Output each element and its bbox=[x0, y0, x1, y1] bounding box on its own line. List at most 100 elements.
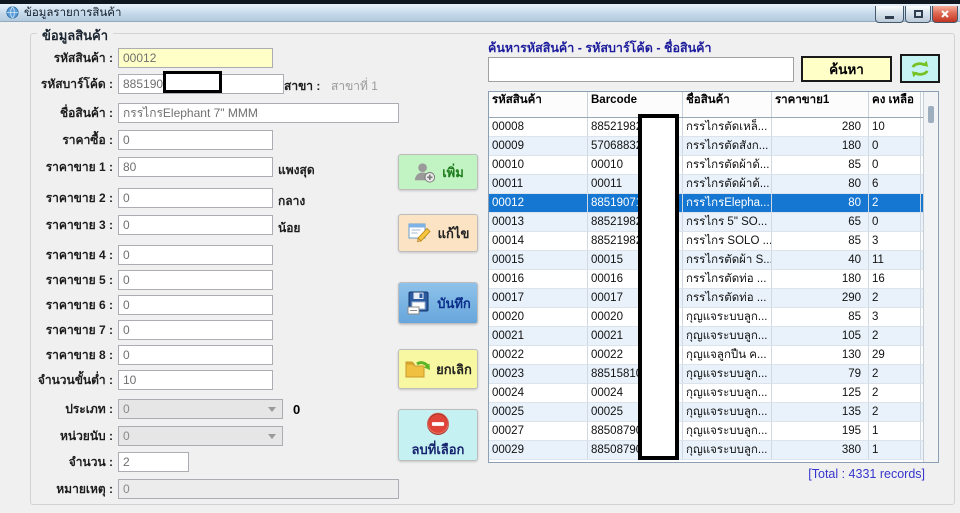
cell-code: 00020 bbox=[489, 308, 588, 326]
cell-stock: 29 bbox=[869, 346, 921, 364]
table-row[interactable]: 00008 88521982 กรรไกรตัดเหล็... 280 10 bbox=[489, 118, 938, 137]
cell-code: 00029 bbox=[489, 441, 588, 459]
refresh-button[interactable] bbox=[900, 54, 940, 83]
field-row-category: ประเภท : 0 bbox=[36, 399, 283, 419]
quantity-label: จำนวน : bbox=[68, 454, 113, 469]
field-row-sell-price-2: ราคาขาย 2 : bbox=[36, 188, 273, 208]
add-button-label: เพิ่ม bbox=[442, 164, 464, 180]
category-value: 0 bbox=[123, 402, 130, 416]
category-side-value: 0 bbox=[293, 402, 301, 417]
field-row-sell-price-3: ราคาขาย 3 : bbox=[36, 215, 273, 235]
cell-price: 85 bbox=[772, 308, 869, 326]
save-button[interactable]: บันทึก bbox=[398, 282, 478, 324]
title-bar[interactable]: ข้อมูลรายการสินค้า bbox=[0, 4, 960, 23]
cancel-button[interactable]: ยกเลิก bbox=[398, 349, 478, 389]
total-records-label: [Total : 4331 records] bbox=[808, 467, 925, 481]
category-dropdown[interactable]: 0 bbox=[118, 399, 283, 419]
sell-price-6-input[interactable] bbox=[118, 295, 273, 315]
field-row-product-code: รหัสสินค้า : bbox=[36, 48, 273, 68]
cell-code: 00016 bbox=[489, 270, 588, 288]
cell-name: กรรไกรตัดเหล็... bbox=[683, 118, 772, 136]
table-row[interactable]: 00016 00016 กรรไกรตัดท่อ ... 180 16 bbox=[489, 270, 938, 289]
header-sell-price[interactable]: ราคาขาย1 bbox=[772, 92, 869, 117]
add-button[interactable]: เพิ่ม bbox=[398, 154, 478, 190]
sell-price-1-note: แพงสุด bbox=[278, 163, 315, 177]
search-input[interactable] bbox=[488, 57, 794, 82]
min-qty-input[interactable] bbox=[118, 370, 273, 390]
sell-price-4-label: ราคาขาย 4 : bbox=[45, 247, 113, 262]
remark-input[interactable] bbox=[118, 479, 399, 499]
product-name-input[interactable] bbox=[118, 103, 399, 123]
table-row[interactable]: 00023 88515810 กุญแจระบบลูก... 79 2 bbox=[489, 365, 938, 384]
redaction-box-table-barcode bbox=[638, 114, 679, 460]
edit-button[interactable]: แก้ไข bbox=[398, 214, 478, 252]
table-row[interactable]: 00010 00010 กรรไกรตัดผ้าด้... 85 0 bbox=[489, 156, 938, 175]
header-stock[interactable]: คง เหลือ bbox=[869, 92, 921, 117]
scrollbar-thumb[interactable] bbox=[928, 106, 934, 123]
min-qty-label: จำนวนขั้นต่ำ : bbox=[37, 372, 113, 387]
cell-name: กุญแจระบบลูก... bbox=[683, 441, 772, 459]
sell-price-1-input[interactable] bbox=[118, 157, 273, 177]
sell-price-5-input[interactable] bbox=[118, 270, 273, 290]
floppy-disk-icon bbox=[405, 290, 432, 317]
cell-stock: 11 bbox=[869, 251, 921, 269]
sell-price-7-label: ราคาขาย 7 : bbox=[45, 322, 113, 337]
unit-dropdown[interactable]: 0 bbox=[118, 426, 283, 446]
field-row-sell-price-8: ราคาขาย 8 : bbox=[36, 345, 273, 365]
table-row[interactable]: 00021 00021 กุญแจระบบลูก... 105 2 bbox=[489, 327, 938, 346]
maximize-icon bbox=[913, 10, 923, 18]
table-row[interactable]: 00011 00011 กรรไกรตัดผ้าด้... 80 6 bbox=[489, 175, 938, 194]
field-row-sell-price-6: ราคาขาย 6 : bbox=[36, 295, 273, 315]
sell-price-4-input[interactable] bbox=[118, 245, 273, 265]
buy-price-label: ราคาซื้อ : bbox=[62, 132, 113, 147]
branch-value: สาขาที่ 1 bbox=[331, 79, 378, 93]
table-row[interactable]: 00020 00020 กุญแจระบบลูก... 85 3 bbox=[489, 308, 938, 327]
maximize-button[interactable] bbox=[905, 6, 931, 23]
sell-price-7-input[interactable] bbox=[118, 320, 273, 340]
redaction-box-barcode-field bbox=[163, 71, 222, 93]
category-label: ประเภท : bbox=[65, 401, 113, 416]
cell-stock: 0 bbox=[869, 213, 921, 231]
field-row-sell-price-1: ราคาขาย 1 : bbox=[36, 157, 273, 177]
barcode-label: รหัสบาร์โค้ด : bbox=[40, 76, 113, 91]
table-row[interactable]: 00017 00017 กรรไกรตัดท่อ ... 290 2 bbox=[489, 289, 938, 308]
cell-price: 65 bbox=[772, 213, 869, 231]
cell-stock: 1 bbox=[869, 422, 921, 440]
product-table: รหัสสินค้า Barcode ชื่อสินค้า ราคาขาย1 ค… bbox=[488, 91, 939, 463]
table-row[interactable]: 00029 88508790 กุญแจระบบลูก... 380 1 bbox=[489, 441, 938, 460]
sell-price-8-input[interactable] bbox=[118, 345, 273, 365]
buy-price-input[interactable] bbox=[118, 130, 273, 150]
cell-name: กุญแจระบบลูก... bbox=[683, 384, 772, 402]
minimize-button[interactable] bbox=[875, 6, 904, 23]
delete-selected-button[interactable]: ลบที่เลือก bbox=[398, 409, 478, 461]
delete-button-label: ลบที่เลือก bbox=[411, 442, 465, 457]
cell-stock: 2 bbox=[869, 289, 921, 307]
table-row[interactable]: 00022 00022 กุญแจลูกปืน ค... 130 29 bbox=[489, 346, 938, 365]
table-row[interactable]: 00014 88521982 กรรไกร SOLO ... 85 3 bbox=[489, 232, 938, 251]
table-scrollbar[interactable] bbox=[923, 92, 938, 462]
cell-name: กรรไกรตัดผ้า S... bbox=[683, 251, 772, 269]
sell-price-3-input[interactable] bbox=[118, 215, 273, 235]
table-row[interactable]: 00015 00015 กรรไกรตัดผ้า S... 40 11 bbox=[489, 251, 938, 270]
sell-price-3-label: ราคาขาย 3 : bbox=[45, 217, 113, 232]
cell-price: 380 bbox=[772, 441, 869, 459]
table-row[interactable]: 00024 00024 กุญแจระบบลูก... 125 2 bbox=[489, 384, 938, 403]
product-code-input[interactable] bbox=[118, 48, 273, 68]
cell-name: กุญแจระบบลูก... bbox=[683, 308, 772, 326]
table-row[interactable]: 00013 88521982 กรรไกร 5" SO... 65 0 bbox=[489, 213, 938, 232]
search-button[interactable]: ค้นหา bbox=[801, 56, 892, 82]
table-row[interactable]: 00027 88508790 กุญแจระบบลูก... 195 1 bbox=[489, 422, 938, 441]
table-row[interactable]: 00025 00025 กุญแจระบบลูก... 135 2 bbox=[489, 403, 938, 422]
quantity-input[interactable] bbox=[118, 452, 189, 472]
cell-name: กรรไกรตัดผ้าด้... bbox=[683, 175, 772, 193]
close-button[interactable] bbox=[932, 6, 958, 23]
chevron-down-icon bbox=[268, 406, 276, 412]
header-product-name[interactable]: ชื่อสินค้า bbox=[683, 92, 772, 117]
header-product-code[interactable]: รหัสสินค้า bbox=[489, 92, 588, 117]
table-row[interactable]: 00009 57068832 กรรไกรตัดสังก... 180 0 bbox=[489, 137, 938, 156]
table-row[interactable]: 00012 88519071 กรรไกรElepha... 80 2 bbox=[489, 194, 938, 213]
sell-price-2-input[interactable] bbox=[118, 188, 273, 208]
table-header: รหัสสินค้า Barcode ชื่อสินค้า ราคาขาย1 ค… bbox=[489, 92, 938, 118]
sell-price-8-label: ราคาขาย 8 : bbox=[45, 347, 113, 362]
cell-price: 280 bbox=[772, 118, 869, 136]
